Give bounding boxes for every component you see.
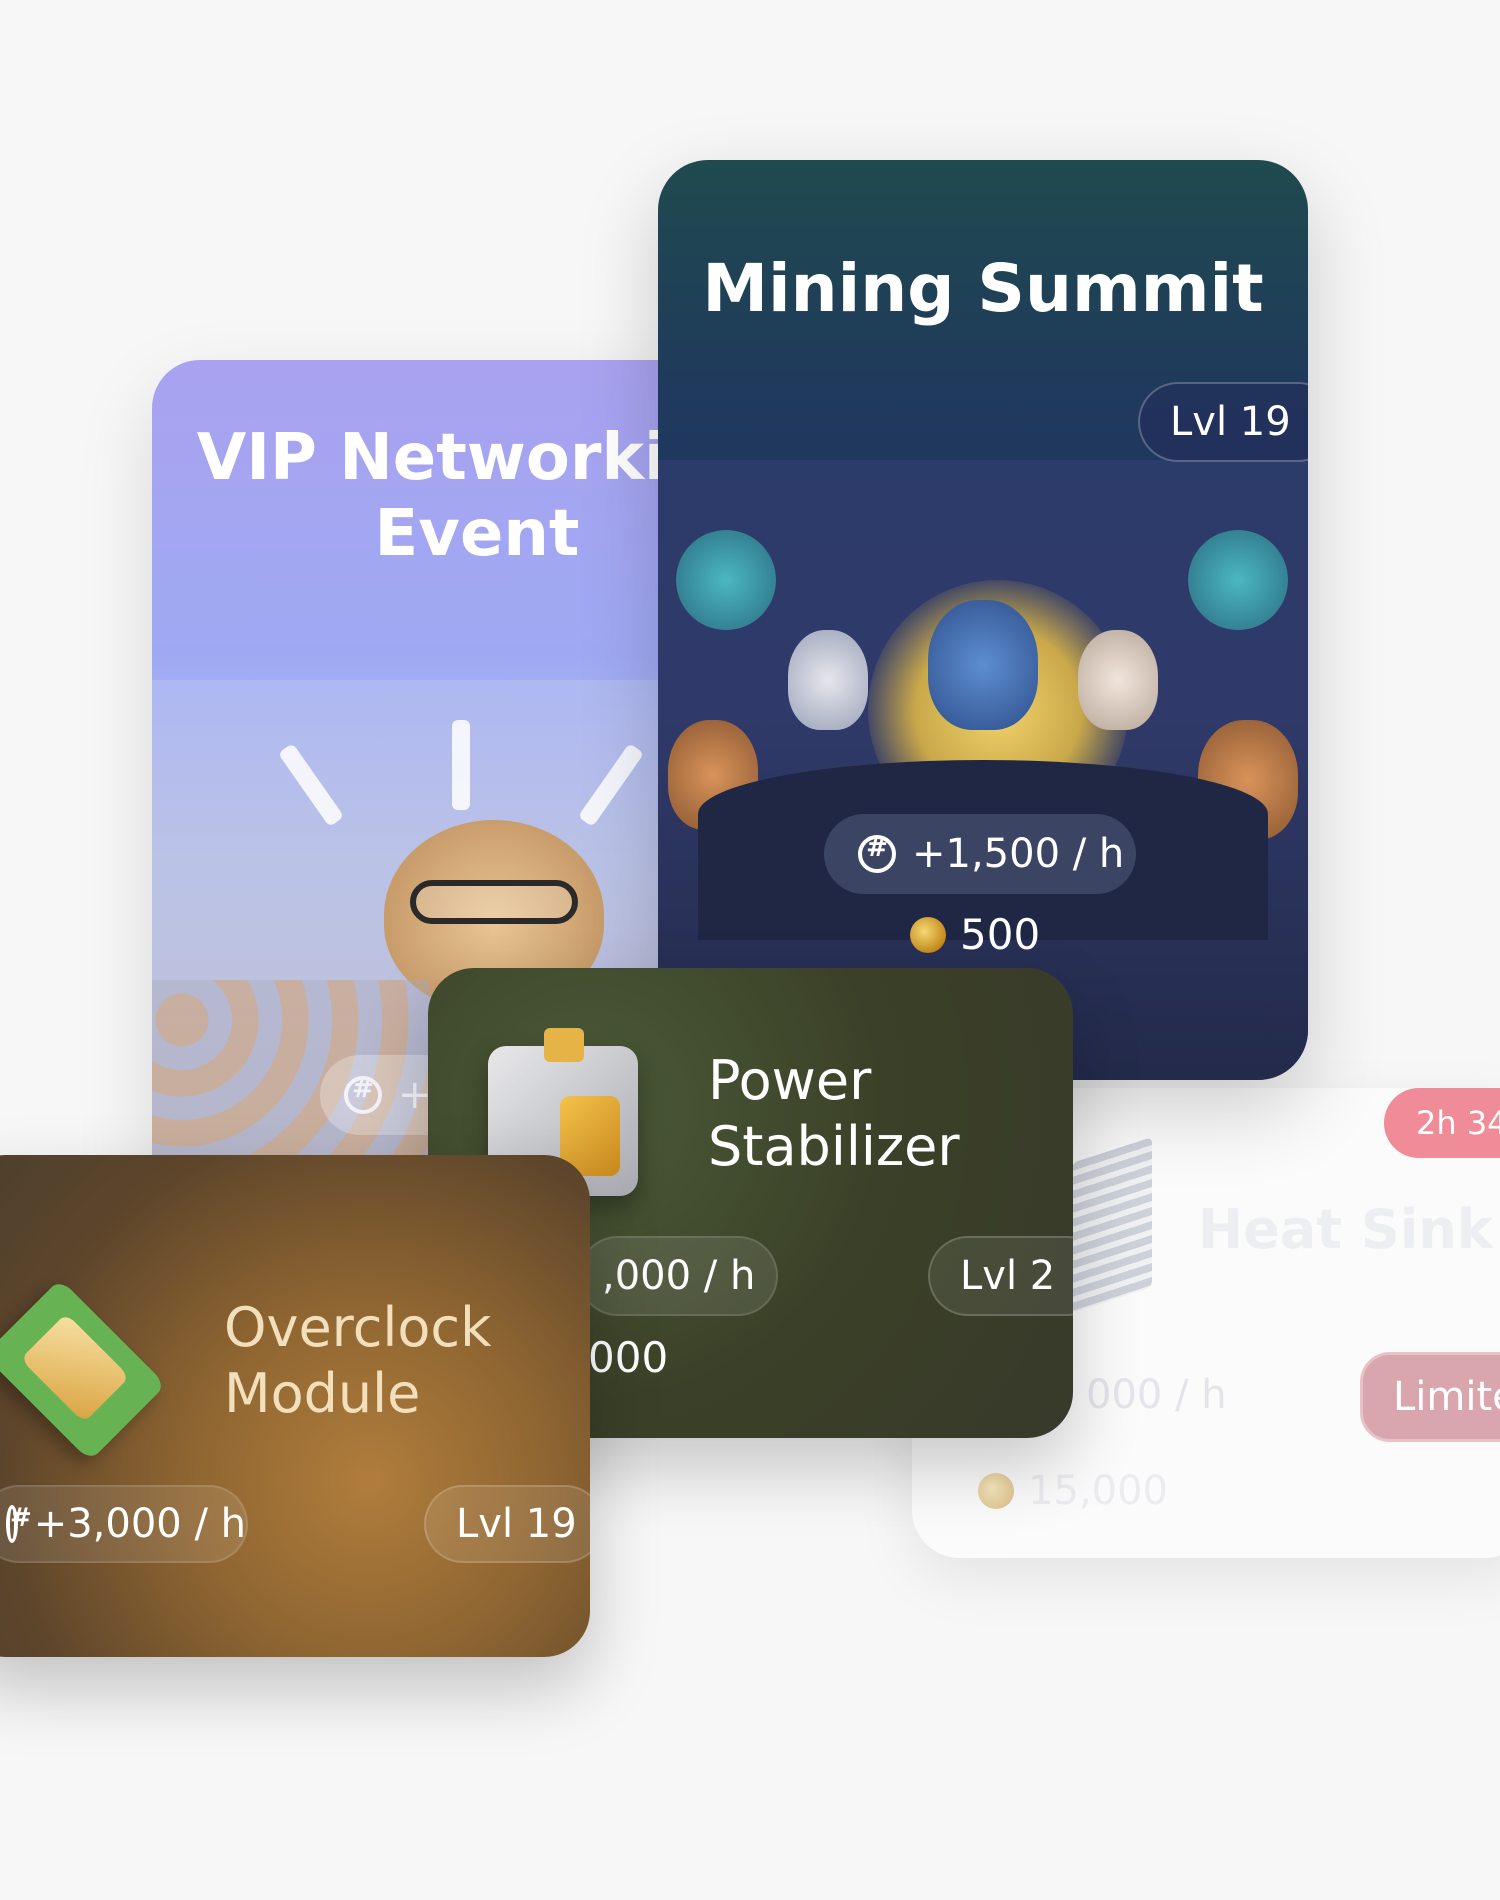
cost-value: 000 <box>588 1333 669 1382</box>
rate-value: ,000 / h <box>602 1253 756 1299</box>
rate-pill: +3,000 / h <box>0 1485 248 1563</box>
cost-value: 500 <box>960 910 1041 959</box>
limited-badge: Limite <box>1360 1352 1500 1442</box>
left-screen-illustration <box>676 530 776 630</box>
hash-coin-icon <box>858 833 896 873</box>
rate-pill: ,000 / h <box>578 1236 778 1316</box>
coin-icon <box>910 916 946 953</box>
hash-coin-icon <box>6 1503 18 1543</box>
cost-value: 15,000 <box>1028 1468 1168 1514</box>
cat-illustration <box>788 630 868 730</box>
mining-summit-card[interactable]: Mining Summit Lvl 19 +1,500 / h 500 <box>658 160 1308 1080</box>
level-badge: Lvl 2 <box>928 1236 1073 1316</box>
title-line-2: Module <box>224 1362 421 1425</box>
hash-coin-icon <box>344 1074 382 1114</box>
cost-row: 500 <box>910 910 1040 959</box>
timer-badge: 2h 34 <box>1384 1088 1500 1158</box>
title-line-1: Power <box>708 1049 872 1112</box>
rate-value: 000 / h <box>1086 1372 1227 1418</box>
card-title: VIP Networking Event <box>196 421 712 571</box>
rate-pill: +1,500 / h <box>824 814 1136 894</box>
right-screen-illustration <box>1188 530 1288 630</box>
upgrade-cards-showcase: { "cards": { "vip": { "title": "VIP Netw… <box>0 0 1500 1900</box>
overclock-module-card[interactable]: Overclock Module +3,000 / h Lvl 19 <box>0 1155 590 1657</box>
cost-row: 15,000 <box>978 1468 1168 1514</box>
heat-sink-illustration <box>1072 1137 1152 1313</box>
card-title: Overclock Module <box>224 1295 491 1427</box>
level-badge: Lvl 19 <box>1138 382 1308 462</box>
title-line-2: Stabilizer <box>708 1115 960 1178</box>
rate-value: +1,500 / h <box>912 831 1125 877</box>
boss-cat-illustration <box>928 600 1038 730</box>
cat-illustration <box>1078 630 1158 730</box>
glasses-icon <box>410 880 578 924</box>
title-line-1: Overclock <box>224 1296 492 1359</box>
card-title: Mining Summit <box>702 250 1264 327</box>
coin-icon <box>978 1473 1014 1509</box>
cost-row: 000 <box>588 1333 668 1382</box>
rate-value: +3,000 / h <box>33 1501 246 1547</box>
rate-value: + <box>398 1072 432 1118</box>
card-title: Heat Sink <box>1198 1198 1493 1261</box>
card-title: Power Stabilizer <box>708 1048 960 1180</box>
level-badge: Lvl 19 <box>424 1485 590 1563</box>
